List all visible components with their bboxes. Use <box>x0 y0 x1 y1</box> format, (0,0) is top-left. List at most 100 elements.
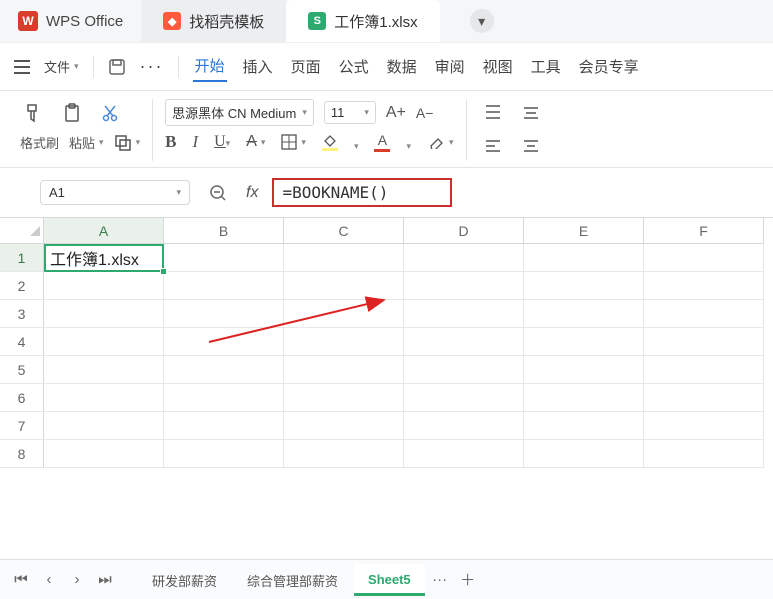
cell[interactable] <box>164 440 284 468</box>
align-center-button[interactable] <box>517 133 545 161</box>
cell[interactable] <box>524 412 644 440</box>
sheet-nav-prev[interactable]: ‹ <box>36 566 62 594</box>
select-all-corner[interactable] <box>0 218 44 244</box>
row-header-2[interactable]: 2 <box>0 272 44 300</box>
tab-overflow-button[interactable]: ▾ <box>470 9 494 33</box>
cell[interactable] <box>524 384 644 412</box>
tab-page[interactable]: 页面 <box>289 52 323 81</box>
save-button[interactable] <box>108 58 126 76</box>
cancel-formula-button[interactable] <box>204 179 232 207</box>
cell[interactable] <box>404 356 524 384</box>
tab-start[interactable]: 开始 <box>193 51 227 82</box>
file-menu[interactable]: 文件 ▾ <box>44 57 79 76</box>
more-menu[interactable]: ··· <box>140 56 164 77</box>
row-header-5[interactable]: 5 <box>0 356 44 384</box>
italic-button[interactable]: I <box>192 132 198 152</box>
cell[interactable] <box>524 440 644 468</box>
chevron-down-icon[interactable]: ▾ <box>406 141 411 152</box>
clipboard-icon[interactable] <box>58 99 86 127</box>
cell[interactable] <box>524 328 644 356</box>
sheet-tab-0[interactable]: 研发部薪资 <box>138 563 231 596</box>
formula-bar[interactable]: =BOOKNAME() <box>272 178 452 207</box>
cell[interactable] <box>284 440 404 468</box>
cell[interactable] <box>164 384 284 412</box>
tab-templates[interactable]: ◆ 找稻壳模板 <box>141 0 286 42</box>
cell[interactable] <box>164 244 284 272</box>
cell[interactable] <box>164 412 284 440</box>
spreadsheet-grid[interactable]: A B C D E F 1 2 3 4 5 6 7 8 工作簿1.xlsx <box>0 217 773 468</box>
cell[interactable] <box>404 412 524 440</box>
cell-a1[interactable]: 工作簿1.xlsx <box>44 244 164 272</box>
tab-view[interactable]: 视图 <box>481 52 515 81</box>
underline-button[interactable]: U▾ <box>214 133 230 151</box>
sheet-nav-last[interactable]: ⏭ <box>92 566 118 594</box>
cell[interactable] <box>164 356 284 384</box>
cell[interactable] <box>284 244 404 272</box>
col-header-b[interactable]: B <box>164 218 284 244</box>
font-size-select[interactable]: 11▾ <box>324 101 376 124</box>
cell[interactable] <box>164 300 284 328</box>
cell[interactable] <box>404 244 524 272</box>
cell[interactable] <box>284 356 404 384</box>
cut-icon[interactable] <box>96 99 124 127</box>
eraser-button[interactable]: ▾ <box>427 135 454 149</box>
cell[interactable] <box>44 440 164 468</box>
row-header-7[interactable]: 7 <box>0 412 44 440</box>
menu-icon-button[interactable] <box>14 60 30 74</box>
cell[interactable] <box>644 272 764 300</box>
cell[interactable] <box>644 328 764 356</box>
cell[interactable] <box>164 272 284 300</box>
chevron-down-icon[interactable]: ▾ <box>354 141 359 152</box>
sheet-tab-2[interactable]: Sheet5 <box>354 564 425 596</box>
cell[interactable] <box>644 440 764 468</box>
cell[interactable] <box>284 384 404 412</box>
strike-button[interactable]: A▾ <box>246 133 265 151</box>
sheet-more-button[interactable]: ··· <box>427 566 453 594</box>
format-brush-icon[interactable] <box>20 99 48 127</box>
cell[interactable] <box>644 384 764 412</box>
fx-button[interactable]: fx <box>246 184 258 202</box>
cell[interactable] <box>44 272 164 300</box>
sheet-nav-next[interactable]: › <box>64 566 90 594</box>
cell[interactable] <box>524 356 644 384</box>
cell[interactable] <box>524 272 644 300</box>
cell[interactable] <box>644 412 764 440</box>
font-family-select[interactable]: 思源黑体 CN Medium▾ <box>165 99 314 126</box>
col-header-d[interactable]: D <box>404 218 524 244</box>
tab-data[interactable]: 数据 <box>385 52 419 81</box>
tab-review[interactable]: 审阅 <box>433 52 467 81</box>
row-header-6[interactable]: 6 <box>0 384 44 412</box>
cell[interactable] <box>404 328 524 356</box>
cell[interactable] <box>284 300 404 328</box>
align-top-button[interactable] <box>479 99 507 127</box>
cell[interactable] <box>44 412 164 440</box>
col-header-c[interactable]: C <box>284 218 404 244</box>
cell[interactable] <box>44 384 164 412</box>
cell[interactable] <box>284 412 404 440</box>
decrease-font-button[interactable]: A− <box>416 105 434 121</box>
col-header-a[interactable]: A <box>44 218 164 244</box>
cell[interactable] <box>44 328 164 356</box>
cell[interactable] <box>164 328 284 356</box>
tab-member[interactable]: 会员专享 <box>577 52 641 81</box>
align-left-button[interactable] <box>479 133 507 161</box>
cell[interactable] <box>644 300 764 328</box>
bold-button[interactable]: B <box>165 132 176 152</box>
col-header-e[interactable]: E <box>524 218 644 244</box>
increase-font-button[interactable]: A+ <box>386 104 406 122</box>
col-header-f[interactable]: F <box>644 218 764 244</box>
row-header-1[interactable]: 1 <box>0 244 44 272</box>
cell[interactable] <box>524 244 644 272</box>
sheet-tab-1[interactable]: 综合管理部薪资 <box>233 563 352 596</box>
name-box[interactable]: A1 ▾ <box>40 180 190 205</box>
cell[interactable] <box>404 384 524 412</box>
cell[interactable] <box>44 356 164 384</box>
fill-color-button[interactable] <box>322 133 338 151</box>
cell[interactable] <box>284 272 404 300</box>
tab-tools[interactable]: 工具 <box>529 52 563 81</box>
tab-formula[interactable]: 公式 <box>337 52 371 81</box>
tab-insert[interactable]: 插入 <box>241 52 275 81</box>
row-header-4[interactable]: 4 <box>0 328 44 356</box>
cell[interactable] <box>404 272 524 300</box>
cell[interactable] <box>524 300 644 328</box>
